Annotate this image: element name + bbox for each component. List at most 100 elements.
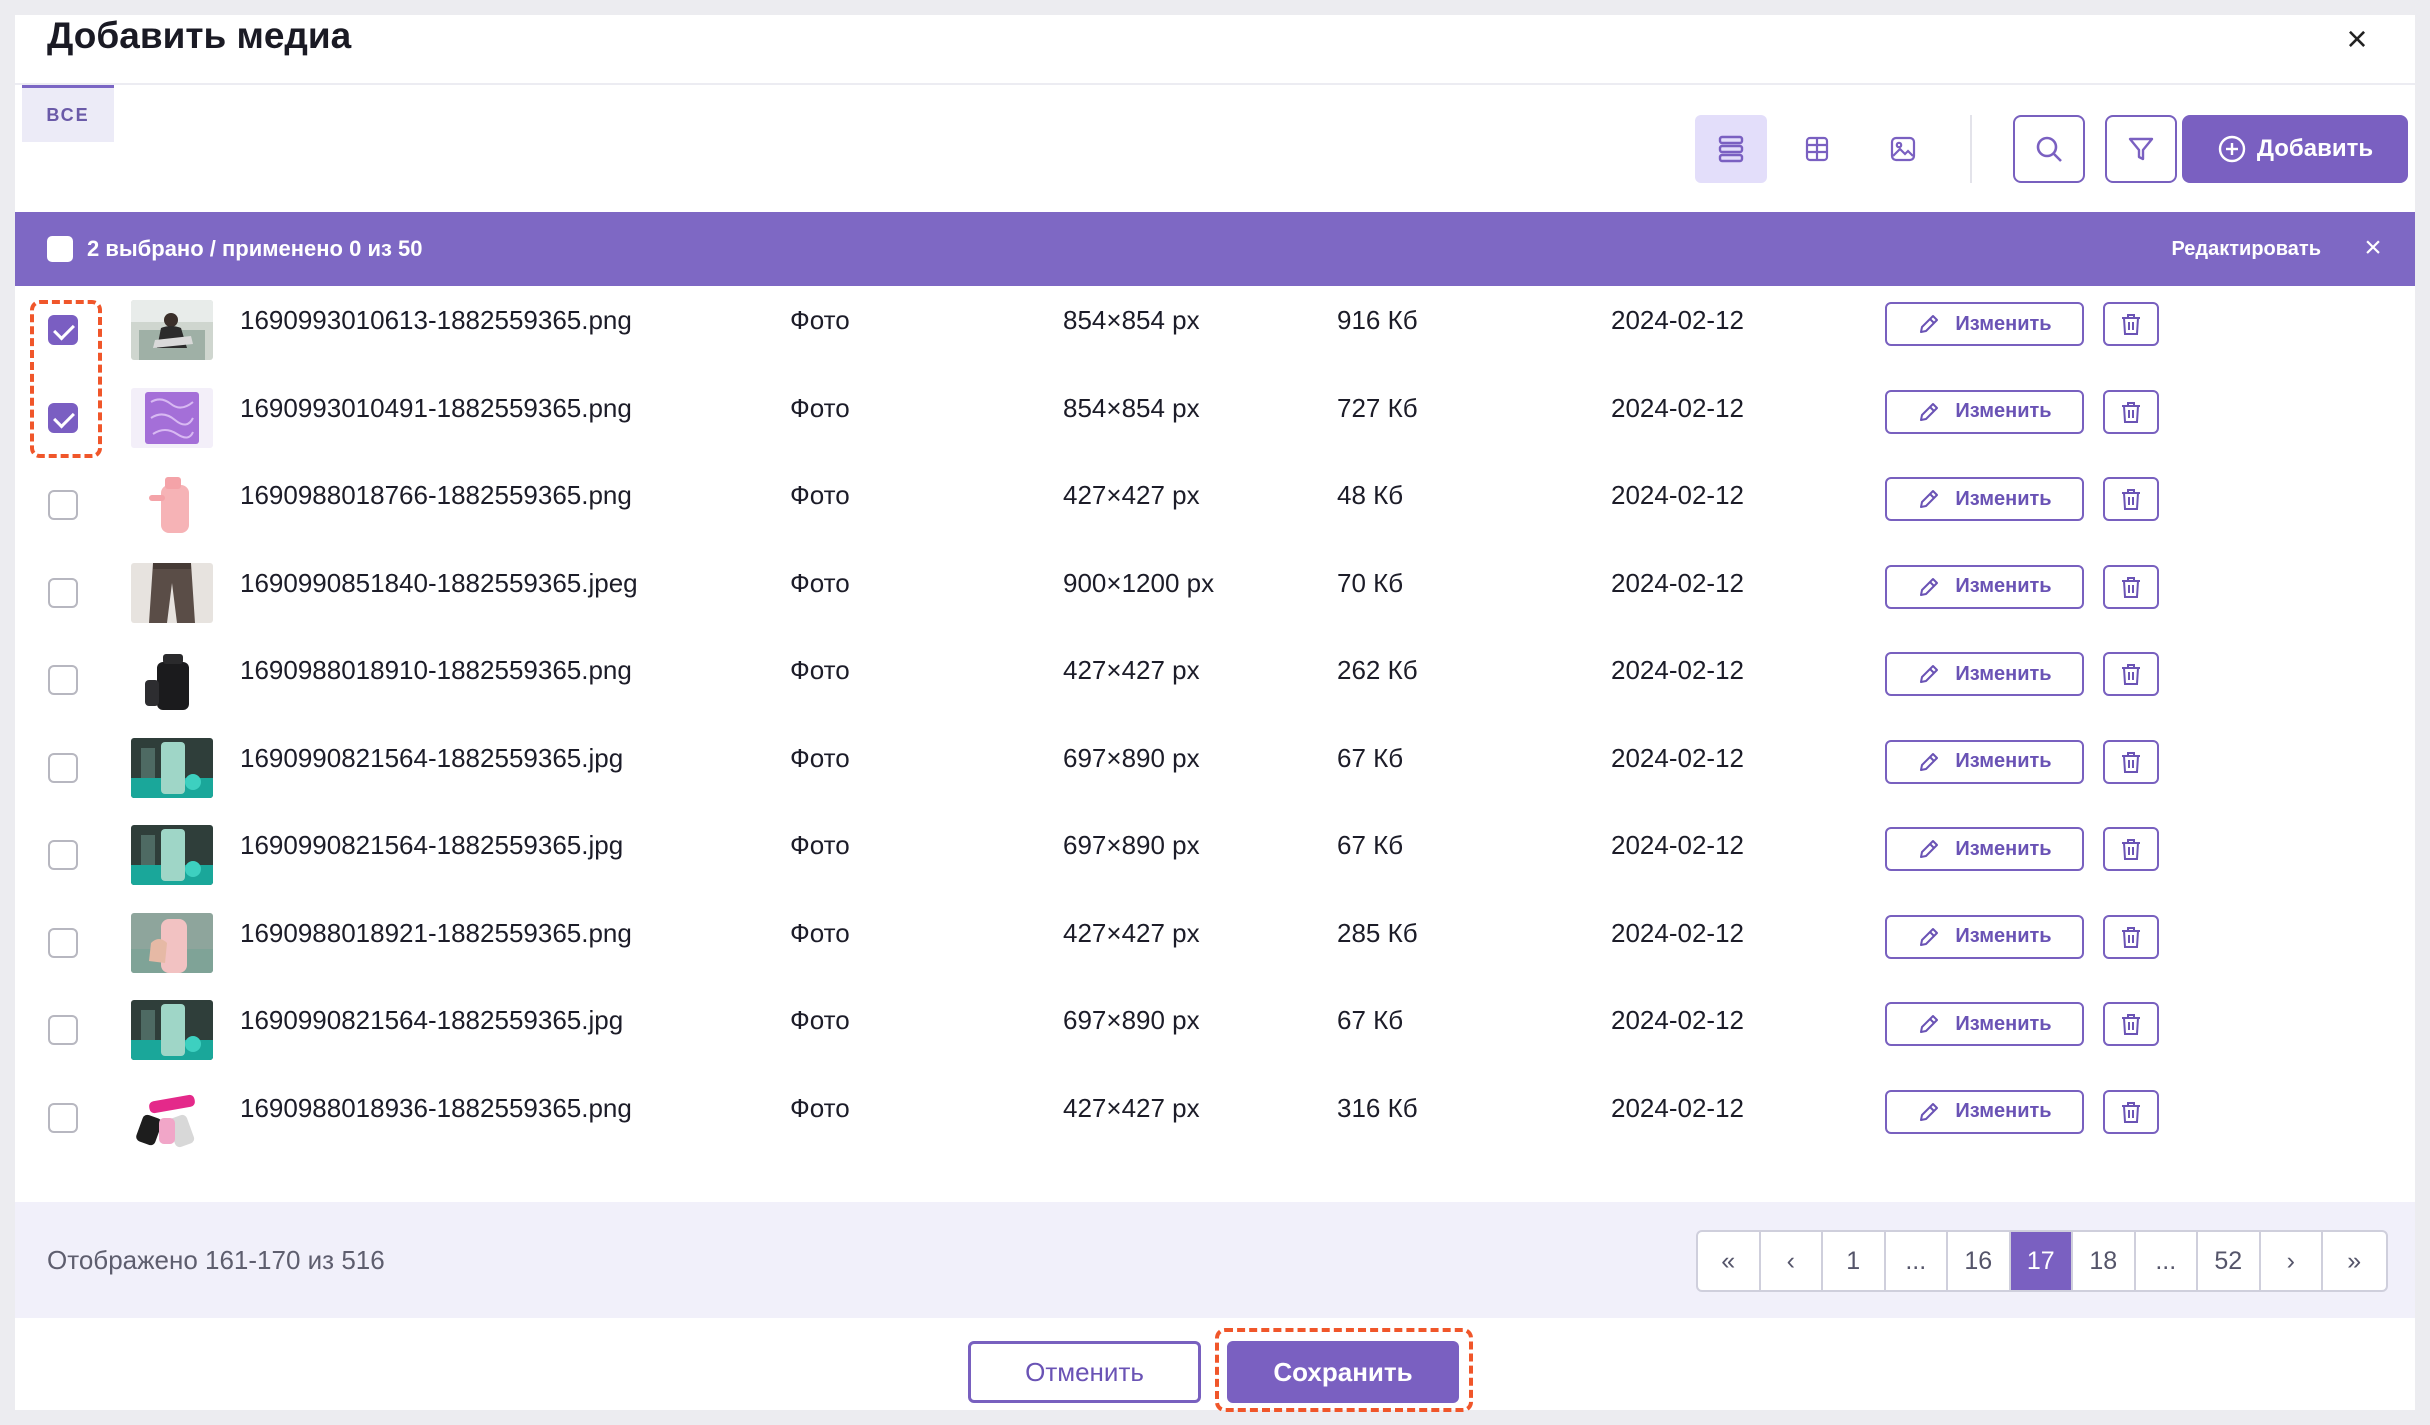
edit-button[interactable]: Изменить bbox=[1885, 389, 2084, 434]
media-thumbnail bbox=[131, 562, 213, 623]
edit-button[interactable]: Изменить bbox=[1885, 477, 2084, 521]
table-row: 1690988018936-1882559365.png Фото 427×42… bbox=[15, 1078, 2415, 1166]
row-checkbox[interactable] bbox=[48, 1015, 78, 1045]
grid-view-button[interactable] bbox=[1781, 115, 1853, 183]
media-thumbnail bbox=[131, 300, 213, 360]
select-all-checkbox[interactable] bbox=[47, 236, 73, 262]
delete-button[interactable] bbox=[2103, 1002, 2159, 1046]
media-thumbnail bbox=[131, 1087, 213, 1148]
delete-button[interactable] bbox=[2103, 564, 2159, 609]
media-thumbnail bbox=[131, 650, 213, 710]
pencil-icon bbox=[1920, 315, 1939, 333]
list-view-icon bbox=[1718, 135, 1744, 163]
page-17-button[interactable]: 17 bbox=[2010, 1232, 2073, 1290]
selection-status: 2 выбрано / применено 0 из 50 bbox=[87, 236, 423, 261]
next-page-button[interactable]: › bbox=[2261, 1232, 2323, 1290]
trash-icon bbox=[2122, 489, 2140, 510]
file-date: 2024-02-12 bbox=[1611, 392, 1744, 423]
delete-button[interactable] bbox=[2103, 302, 2159, 346]
row-checkbox[interactable] bbox=[48, 927, 78, 958]
cancel-button[interactable]: Отменить bbox=[968, 1341, 1201, 1403]
row-checkbox[interactable] bbox=[48, 665, 78, 695]
row-checkbox[interactable] bbox=[48, 490, 78, 520]
file-dimensions: 427×427 px bbox=[1063, 917, 1200, 948]
close-icon[interactable]: × bbox=[2337, 19, 2377, 59]
file-dimensions: 427×427 px bbox=[1063, 480, 1200, 510]
trash-icon bbox=[2122, 401, 2140, 423]
add-button[interactable]: Добавить bbox=[2182, 115, 2408, 183]
table-row: 1690988018766-1882559365.png Фото 427×42… bbox=[15, 465, 2415, 553]
pencil-icon bbox=[1920, 577, 1939, 596]
file-date: 2024-02-12 bbox=[1611, 1092, 1744, 1123]
file-type: Фото bbox=[790, 305, 850, 335]
edit-button-label: Изменить bbox=[1955, 837, 2052, 860]
last-page-button[interactable]: » bbox=[2323, 1232, 2386, 1290]
delete-button[interactable] bbox=[2103, 477, 2159, 521]
file-name: 1690990851840-1882559365.jpeg bbox=[240, 567, 638, 598]
delete-button[interactable] bbox=[2103, 389, 2159, 434]
file-dimensions: 854×854 px bbox=[1063, 392, 1200, 423]
edit-button[interactable]: Изменить bbox=[1885, 1089, 2084, 1134]
trash-icon bbox=[2122, 314, 2140, 335]
delete-button[interactable] bbox=[2103, 739, 2159, 784]
row-checkbox[interactable] bbox=[48, 840, 78, 870]
edit-button[interactable]: Изменить bbox=[1885, 739, 2084, 784]
pencil-icon bbox=[1920, 752, 1939, 771]
file-dimensions: 427×427 px bbox=[1063, 1092, 1200, 1123]
image-view-button[interactable] bbox=[1867, 115, 1939, 183]
delete-button[interactable] bbox=[2103, 914, 2159, 959]
pencil-icon bbox=[1920, 490, 1939, 508]
media-thumbnail bbox=[131, 387, 213, 448]
file-name: 1690988018921-1882559365.png bbox=[240, 917, 632, 948]
trash-icon bbox=[2122, 1014, 2140, 1035]
page-18-button[interactable]: 18 bbox=[2073, 1232, 2136, 1290]
edit-button[interactable]: Изменить bbox=[1885, 652, 2084, 696]
row-checkbox[interactable] bbox=[48, 1102, 78, 1133]
plus-circle-icon bbox=[2218, 135, 2246, 163]
edit-button[interactable]: Изменить bbox=[1885, 914, 2084, 959]
trash-icon bbox=[2122, 576, 2140, 598]
bulk-edit-link[interactable]: Редактировать bbox=[2171, 235, 2321, 263]
clear-selection-icon[interactable]: × bbox=[2353, 228, 2393, 268]
file-name: 1690990821564-1882559365.jpg bbox=[240, 742, 624, 773]
filter-button[interactable] bbox=[2105, 115, 2177, 183]
delete-button[interactable] bbox=[2103, 1089, 2159, 1134]
pencil-icon bbox=[1920, 1102, 1939, 1121]
edit-button[interactable]: Изменить bbox=[1885, 564, 2084, 609]
file-size: 67 Кб bbox=[1337, 830, 1404, 860]
trash-icon bbox=[2122, 839, 2140, 860]
file-dimensions: 697×890 px bbox=[1063, 1005, 1200, 1035]
image-view-icon bbox=[1890, 136, 1916, 162]
save-button[interactable]: Сохранить bbox=[1227, 1341, 1459, 1403]
prev-page-button[interactable]: ‹ bbox=[1761, 1232, 1823, 1290]
page-ellipsis: ... bbox=[1886, 1232, 1948, 1290]
pencil-icon bbox=[1920, 1015, 1939, 1033]
toolbar-divider bbox=[1970, 115, 1972, 183]
file-name: 1690990821564-1882559365.jpg bbox=[240, 830, 624, 860]
search-button[interactable] bbox=[2013, 115, 2085, 183]
edit-button[interactable]: Изменить bbox=[1885, 302, 2084, 346]
row-checkbox[interactable] bbox=[48, 752, 78, 783]
shown-count: Отображено 161-170 из 516 bbox=[47, 1245, 385, 1275]
edit-button[interactable]: Изменить bbox=[1885, 1002, 2084, 1046]
edit-button-label: Изменить bbox=[1955, 925, 2052, 947]
file-name: 1690988018936-1882559365.png bbox=[240, 1092, 632, 1123]
edit-button[interactable]: Изменить bbox=[1885, 827, 2084, 871]
add-button-label: Добавить bbox=[2256, 135, 2374, 162]
first-page-button[interactable]: « bbox=[1698, 1232, 1761, 1290]
file-type: Фото bbox=[790, 655, 850, 685]
file-dimensions: 697×890 px bbox=[1063, 742, 1200, 773]
tab-all[interactable]: ВСЕ bbox=[22, 85, 114, 142]
pencil-icon bbox=[1920, 927, 1939, 946]
row-checkbox[interactable] bbox=[48, 577, 78, 608]
file-date: 2024-02-12 bbox=[1611, 742, 1744, 773]
pencil-icon bbox=[1920, 840, 1939, 858]
delete-button[interactable] bbox=[2103, 827, 2159, 871]
page-52-button[interactable]: 52 bbox=[2198, 1232, 2261, 1290]
page-1-button[interactable]: 1 bbox=[1823, 1232, 1886, 1290]
trash-icon bbox=[2122, 926, 2140, 948]
delete-button[interactable] bbox=[2103, 652, 2159, 696]
file-type: Фото bbox=[790, 830, 850, 860]
list-view-button[interactable] bbox=[1695, 115, 1767, 183]
page-16-button[interactable]: 16 bbox=[1948, 1232, 2011, 1290]
